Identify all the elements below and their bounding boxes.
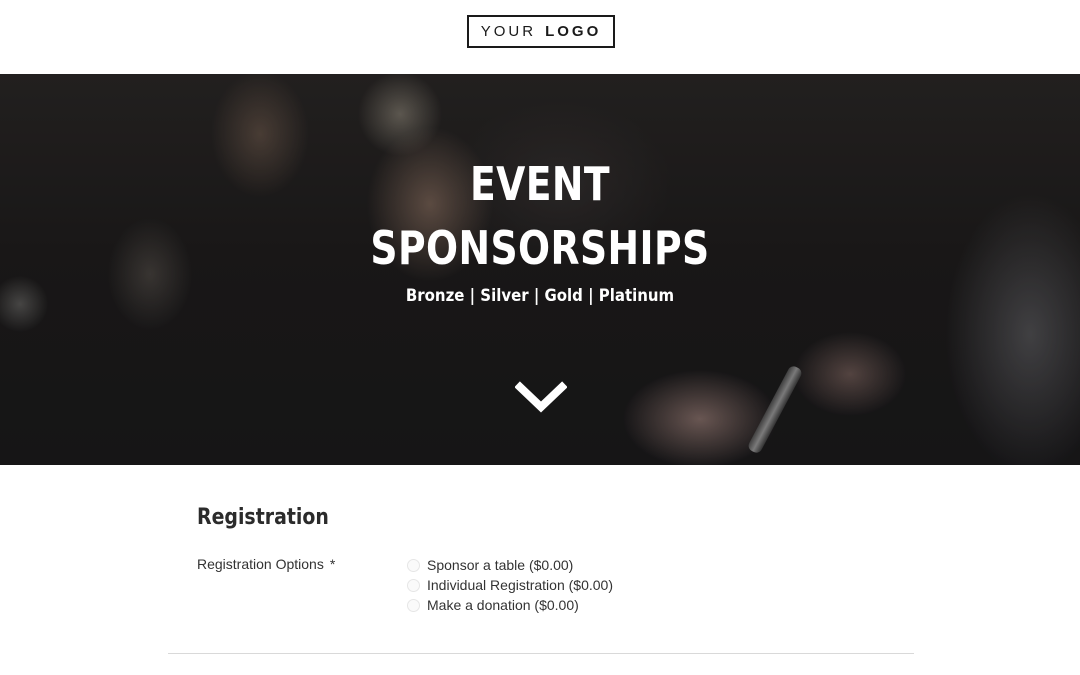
registration-options-label: Registration Options * (197, 556, 335, 572)
radio-option-individual-registration[interactable]: Individual Registration ($0.00) (407, 575, 613, 595)
hero-title-line-1: EVENT (469, 157, 611, 211)
hero-title: EVENT SPONSORSHIPS (97, 152, 983, 280)
page-header: YOUR LOGO (0, 0, 1080, 74)
radio-button[interactable] (407, 598, 420, 612)
radio-option-label[interactable]: Sponsor a table ($0.00) (427, 557, 573, 573)
hero-background-pen (746, 364, 804, 455)
hero-banner: EVENT SPONSORSHIPS Bronze | Silver | Gol… (0, 74, 1080, 465)
chevron-down-icon[interactable] (515, 380, 567, 416)
logo[interactable]: YOUR LOGO (467, 15, 615, 48)
logo-text-logo: LOGO (545, 23, 602, 40)
registration-options-radio-group: Sponsor a table ($0.00) Individual Regis… (407, 555, 613, 615)
radio-option-make-donation[interactable]: Make a donation ($0.00) (407, 595, 613, 615)
section-title-registration: Registration (197, 505, 329, 530)
radio-button[interactable] (407, 558, 420, 572)
required-marker: * (329, 556, 336, 572)
logo-text-your: YOUR (480, 23, 537, 40)
field-label-text: Registration Options (197, 556, 324, 572)
radio-option-sponsor-table[interactable]: Sponsor a table ($0.00) (407, 555, 613, 575)
hero-title-line-2: SPONSORSHIPS (370, 221, 710, 275)
hero-subtitle: Bronze | Silver | Gold | Platinum (405, 286, 675, 306)
radio-option-label[interactable]: Individual Registration ($0.00) (427, 577, 613, 593)
section-divider (168, 653, 914, 654)
radio-button[interactable] (407, 578, 420, 592)
radio-option-label[interactable]: Make a donation ($0.00) (427, 597, 579, 613)
